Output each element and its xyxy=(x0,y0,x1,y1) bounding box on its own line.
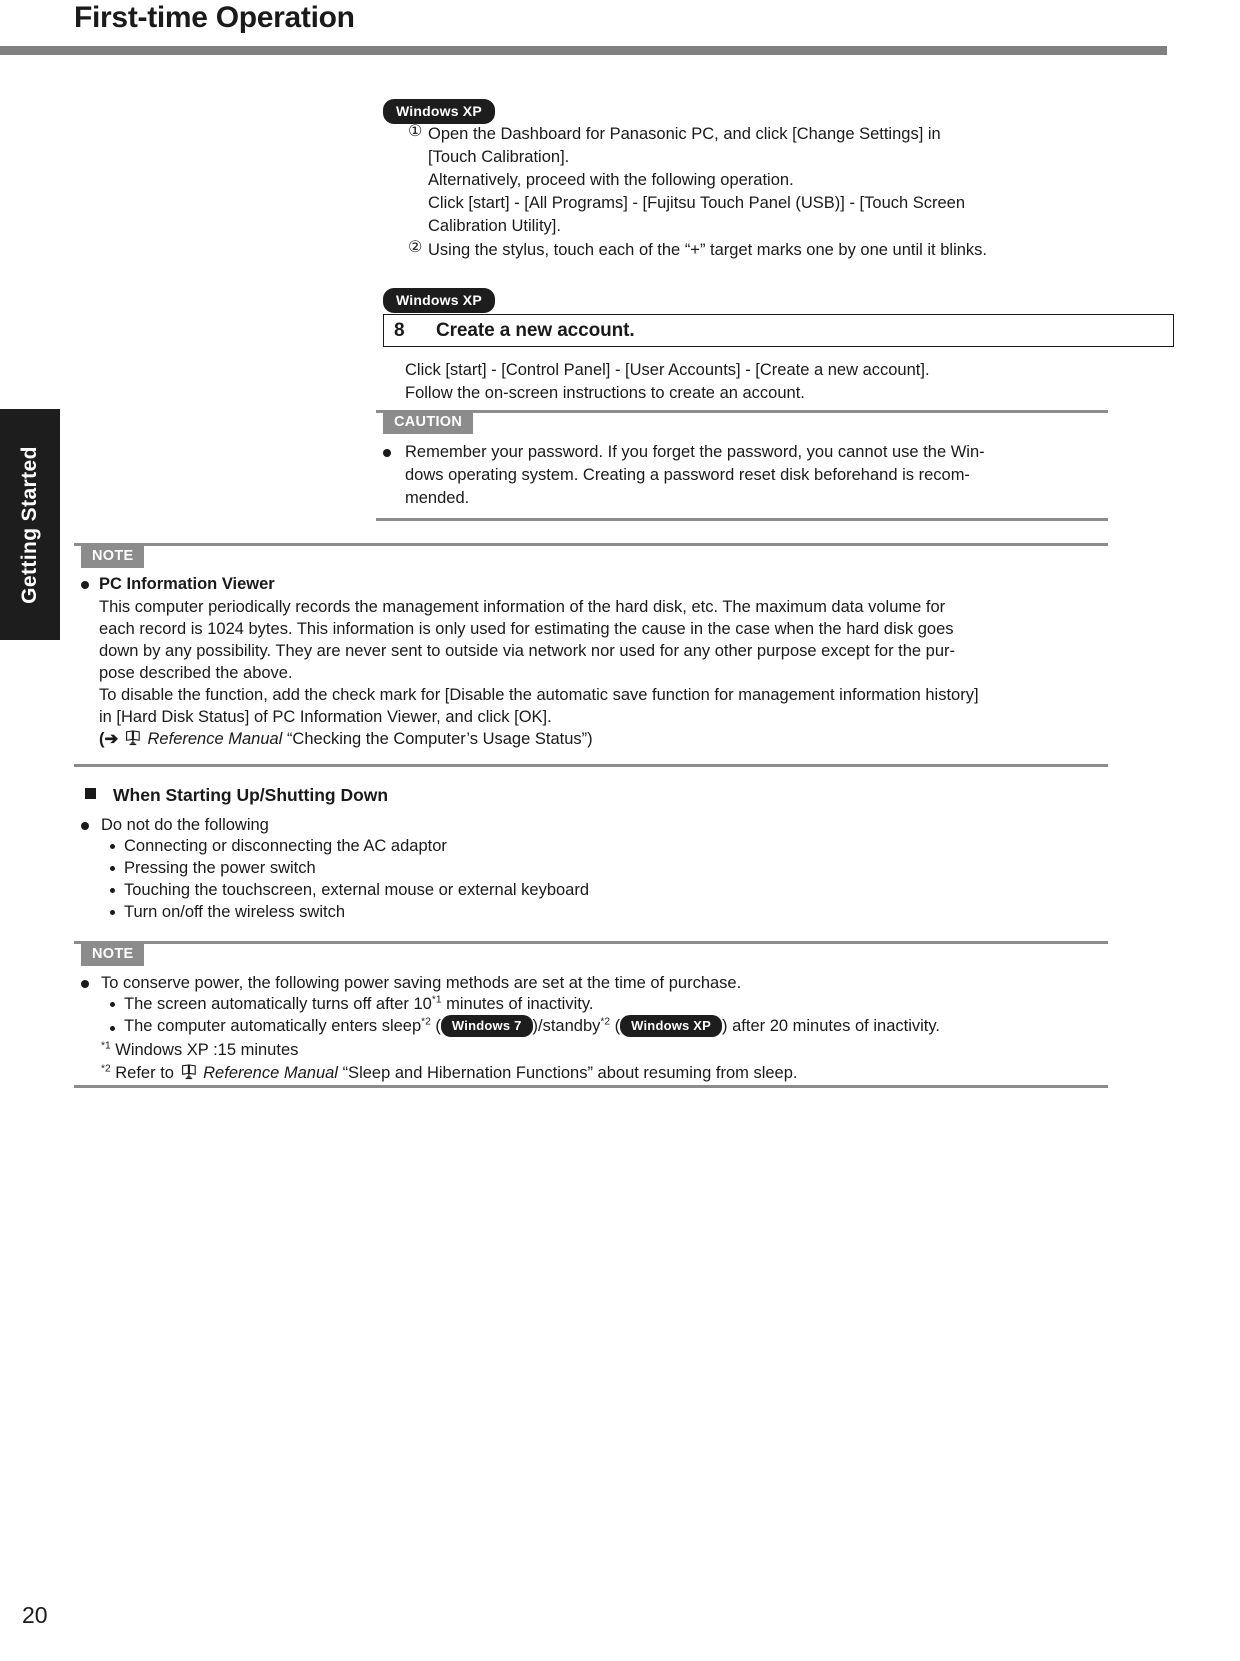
reference-manual-icon xyxy=(125,730,141,746)
note-power-bullet-main: To conserve power, the following power s… xyxy=(101,974,742,992)
os-badge-windows-7: Windows 7 xyxy=(440,1014,533,1037)
note-pcinfo-line2: each record is 1024 bytes. This informat… xyxy=(99,620,954,638)
note-power-footnote-2: *2 Refer to Reference Manual “Sleep and … xyxy=(101,1062,797,1086)
caution-tag: CAUTION xyxy=(383,412,474,434)
caution-line3: mended. xyxy=(405,489,470,507)
manual-page: First-time Operation Getting Started Win… xyxy=(0,0,1240,1661)
paren-open-1: ( xyxy=(430,1017,441,1035)
step-8-heading: 8 Create a new account. xyxy=(383,314,1174,347)
calibration-step2-line1: Using the stylus, touch each of the “+” … xyxy=(428,241,987,259)
sub-bullet-dot xyxy=(110,910,115,915)
sub-bullet-dot xyxy=(110,888,115,893)
note-power-footnote-1: *1 Windows XP :15 minutes xyxy=(101,1039,298,1063)
os-badge-windows-xp-inline: Windows XP xyxy=(620,1014,723,1037)
startup-sub-item-2: Touching the touchscreen, external mouse… xyxy=(124,881,590,899)
bullet-dot xyxy=(81,980,89,988)
footnote-ref-2a: *2 xyxy=(421,1016,431,1028)
note-pcinfo-reference: (➔ Reference Manual “Checking the Comput… xyxy=(99,728,593,752)
header-divider xyxy=(0,46,1167,55)
reference-manual-icon xyxy=(181,1064,197,1080)
footnote-2-prefix: Refer to xyxy=(110,1064,174,1082)
reference-arrow: (➔ xyxy=(99,730,119,748)
note-power-sub-2-text-b: ) after 20 minutes of inactivity. xyxy=(722,1017,940,1035)
calibration-step1-line3: Alternatively, proceed with the followin… xyxy=(428,171,794,189)
note-pcinfo-line4: pose described the above. xyxy=(99,664,293,682)
note-power-sub-1: The screen automatically turns off after… xyxy=(124,993,593,1017)
footnote-marker-2: *2 xyxy=(101,1063,111,1075)
step8-body-line1: Click [start] - [Control Panel] - [User … xyxy=(405,361,930,379)
note-power-sub-2-text-a: The computer automatically enters sleep xyxy=(124,1017,422,1035)
list-marker-1: ① xyxy=(408,123,423,140)
caution-bottom-rule xyxy=(376,518,1108,521)
reference-manual-title: Reference Manual xyxy=(203,1064,338,1082)
reference-manual-title: Reference Manual xyxy=(147,730,283,748)
note-pcinfo-line1: This computer periodically records the m… xyxy=(99,598,946,616)
step-title: Create a new account. xyxy=(436,319,635,341)
bullet-dot xyxy=(81,822,89,830)
calibration-step1-line1: Open the Dashboard for Panasonic PC, and… xyxy=(428,125,941,143)
calibration-step1-line2: [Touch Calibration]. xyxy=(428,148,570,166)
note-power-sub-1-text-a: The screen automatically turns off after… xyxy=(124,995,432,1013)
page-title: First-time Operation xyxy=(74,1,355,34)
section-square-bullet xyxy=(85,788,96,799)
bullet-dot xyxy=(81,581,89,589)
note-pcinfo-top-rule xyxy=(74,543,1108,546)
startup-section-heading: When Starting Up/Shutting Down xyxy=(113,785,389,805)
page-number: 20 xyxy=(22,1602,48,1628)
sub-bullet-dot xyxy=(110,844,115,849)
note-pcinfo-line3: down by any possibility. They are never … xyxy=(99,642,956,660)
sidebar-tab-getting-started[interactable]: Getting Started xyxy=(0,409,60,640)
note-tag-power: NOTE xyxy=(81,944,145,966)
startup-sub-item-3: Turn on/off the wireless switch xyxy=(124,903,346,921)
reference-section-title: “Checking the Computer’s Usage Status”) xyxy=(286,730,593,748)
sub-bullet-dot xyxy=(110,1026,115,1031)
sub-bullet-dot xyxy=(110,866,115,871)
bullet-dot xyxy=(383,449,391,457)
step8-body-line2: Follow the on-screen instructions to cre… xyxy=(405,384,805,402)
note-pcinfo-line6: in [Hard Disk Status] of PC Information … xyxy=(99,708,552,726)
footnote-1-text: Windows XP :15 minutes xyxy=(110,1041,299,1059)
note-power-sub-2: The computer automatically enters sleep*… xyxy=(124,1014,940,1039)
os-badge-label: Windows XP xyxy=(383,288,495,313)
footnote-2-suffix: “Sleep and Hibernation Functions” about … xyxy=(342,1064,798,1082)
paren-open-2: ( xyxy=(610,1017,621,1035)
footnote-ref-2b: *2 xyxy=(600,1016,611,1028)
note-power-sub-1-text-b: minutes of inactivity. xyxy=(441,995,594,1013)
note-power-top-rule xyxy=(74,941,1108,944)
os-badge-label: Windows XP xyxy=(383,99,495,124)
note-tag-pcinfo: NOTE xyxy=(81,546,145,568)
caution-top-rule xyxy=(376,410,1108,413)
sub-bullet-dot xyxy=(110,1002,115,1007)
os-badge-windows-xp-step8: Windows XP xyxy=(383,288,495,313)
startup-sub-item-0: Connecting or disconnecting the AC adapt… xyxy=(124,837,447,855)
step-number: 8 xyxy=(394,319,405,341)
caution-line2: dows operating system. Creating a passwo… xyxy=(405,466,970,484)
note-pcinfo-bottom-rule xyxy=(74,764,1108,767)
calibration-step1-line5: Calibration Utility]. xyxy=(428,217,561,235)
note-pcinfo-line5: To disable the function, add the check m… xyxy=(99,686,979,704)
footnote-ref-1: *1 xyxy=(431,994,442,1006)
note-power-sub-2-mid: )/standby xyxy=(532,1017,601,1035)
startup-sub-item-1: Pressing the power switch xyxy=(124,859,316,877)
note-pcinfo-heading: PC Information Viewer xyxy=(99,575,275,593)
footnote-marker-1: *1 xyxy=(101,1040,111,1052)
os-badge-windows-xp-calibration: Windows XP xyxy=(383,99,495,124)
caution-line1: Remember your password. If you forget th… xyxy=(405,443,985,461)
calibration-step1-line4: Click [start] - [All Programs] - [Fujits… xyxy=(428,194,966,212)
startup-bullet-main: Do not do the following xyxy=(101,816,269,834)
sidebar-tab-label: Getting Started xyxy=(18,445,41,604)
note-power-bottom-rule xyxy=(74,1085,1108,1088)
list-marker-2: ② xyxy=(408,239,423,256)
